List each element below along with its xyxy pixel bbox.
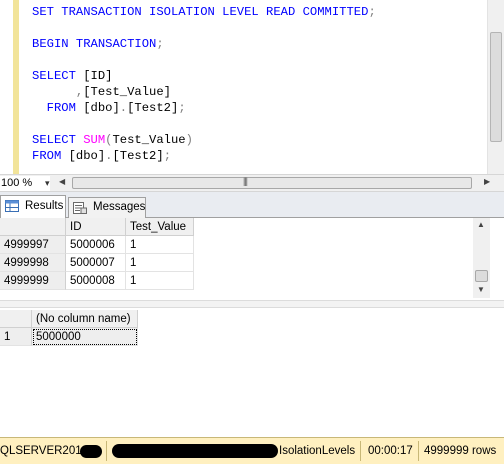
- code-token: SELECT: [32, 133, 84, 147]
- messages-icon: [73, 202, 87, 214]
- status-elapsed-time: 00:00:17: [368, 445, 413, 457]
- query-editor[interactable]: SET TRANSACTION ISOLATION LEVEL READ COM…: [0, 0, 504, 174]
- code-token: [dbo]: [68, 149, 106, 163]
- code-token: [dbo]: [83, 101, 120, 115]
- grip-icon: |||: [243, 176, 248, 186]
- tab-messages[interactable]: Messages: [68, 197, 146, 218]
- results-grid-1[interactable]: ID Test_Value 4999997 5000006 1 4999998 …: [0, 218, 504, 298]
- chevron-down-icon[interactable]: ▾: [45, 176, 50, 191]
- code-line[interactable]: FROM [dbo].[Test2];: [32, 100, 376, 116]
- row-header-corner: [0, 310, 32, 328]
- scrollbar-thumb[interactable]: [475, 270, 488, 282]
- code-token: SUM: [83, 133, 106, 147]
- code-token: SELECT: [32, 69, 84, 83]
- code-line[interactable]: [32, 116, 376, 132]
- redaction-mark: [80, 445, 102, 458]
- code-token: BEGIN TRANSACTION: [32, 37, 157, 51]
- code-token: Test_Value: [112, 133, 186, 147]
- code-token: [Test2]: [127, 101, 179, 115]
- code-line[interactable]: ,[Test_Value]: [32, 84, 376, 100]
- scroll-left-icon[interactable]: ◀: [59, 177, 65, 186]
- status-row-count: 4999999 rows: [424, 445, 497, 457]
- code-token: [ID]: [83, 69, 113, 83]
- grid-vertical-scrollbar[interactable]: ▲ ▼: [473, 218, 490, 298]
- status-database: IsolationLevels: [279, 445, 356, 457]
- code-token: ;: [368, 5, 376, 19]
- grid-cell[interactable]: 5000008: [66, 272, 126, 290]
- grid-splitter[interactable]: [0, 300, 504, 308]
- code-token: ;: [178, 101, 186, 115]
- scroll-right-icon[interactable]: ▶: [484, 177, 490, 186]
- grid-cell[interactable]: 1: [126, 236, 194, 254]
- tab-results[interactable]: Results: [0, 195, 66, 219]
- code-token: [Test_Value]: [83, 85, 171, 99]
- tab-results-label: Results: [25, 200, 64, 212]
- code-token: [Test2]: [112, 149, 164, 163]
- column-header-no-name[interactable]: (No column name): [32, 310, 138, 328]
- grid-cell[interactable]: 1: [126, 254, 194, 272]
- row-number[interactable]: 4999998: [0, 254, 66, 272]
- status-server: QLSERVER2012: [0, 445, 89, 457]
- code-line[interactable]: SET TRANSACTION ISOLATION LEVEL READ COM…: [32, 4, 376, 20]
- scroll-down-icon[interactable]: ▼: [477, 285, 485, 294]
- code-token: ;: [163, 149, 172, 163]
- sql-code[interactable]: SET TRANSACTION ISOLATION LEVEL READ COM…: [32, 4, 376, 164]
- code-line[interactable]: [32, 52, 376, 68]
- divider: [360, 441, 361, 461]
- row-number[interactable]: 1: [0, 328, 32, 346]
- code-token: .: [119, 101, 128, 115]
- code-line[interactable]: SELECT SUM(Test_Value): [32, 132, 376, 148]
- code-line[interactable]: SELECT [ID]: [32, 68, 376, 84]
- code-token: FROM: [32, 101, 84, 115]
- row-header-corner: [0, 218, 66, 236]
- scrollbar-thumb[interactable]: [490, 32, 502, 142]
- row-number[interactable]: 4999997: [0, 236, 66, 254]
- scroll-up-icon[interactable]: ▲: [477, 220, 485, 229]
- results-grid-2[interactable]: (No column name) 1 5000000: [0, 308, 504, 436]
- code-token: ): [185, 133, 193, 147]
- status-bar: QLSERVER2012 IsolationLevels 00:00:17 49…: [0, 437, 504, 464]
- code-line[interactable]: [32, 20, 376, 36]
- editor-vertical-scrollbar[interactable]: [487, 0, 504, 174]
- selected-grid-cell[interactable]: 5000000: [32, 328, 138, 346]
- tab-messages-label: Messages: [93, 201, 146, 213]
- grid-cell[interactable]: 5000006: [66, 236, 126, 254]
- code-line[interactable]: BEGIN TRANSACTION;: [32, 36, 376, 52]
- column-header-id[interactable]: ID: [66, 218, 126, 236]
- divider: [418, 441, 419, 461]
- grid-cell[interactable]: 5000007: [66, 254, 126, 272]
- divider: [106, 441, 107, 461]
- change-indicator-bar: [13, 0, 19, 174]
- redaction-mark: [112, 444, 278, 458]
- code-token: SET TRANSACTION ISOLATION LEVEL READ COM…: [32, 5, 369, 19]
- result-tabs: Results Messages: [0, 192, 504, 219]
- code-line[interactable]: FROM [dbo].[Test2];: [32, 148, 376, 164]
- code-token: FROM: [32, 149, 69, 163]
- zoom-combobox[interactable]: 100 %: [0, 176, 50, 191]
- column-header-test-value[interactable]: Test_Value: [126, 218, 194, 236]
- row-number[interactable]: 4999999: [0, 272, 66, 290]
- grid-icon: [5, 200, 19, 212]
- horizontal-scroll-thumb[interactable]: |||: [72, 176, 472, 189]
- editor-footer-strip: 100 % ▾ ◀ ||| ▶: [0, 174, 504, 192]
- code-token: ;: [156, 37, 164, 51]
- grid-cell[interactable]: 1: [126, 272, 194, 290]
